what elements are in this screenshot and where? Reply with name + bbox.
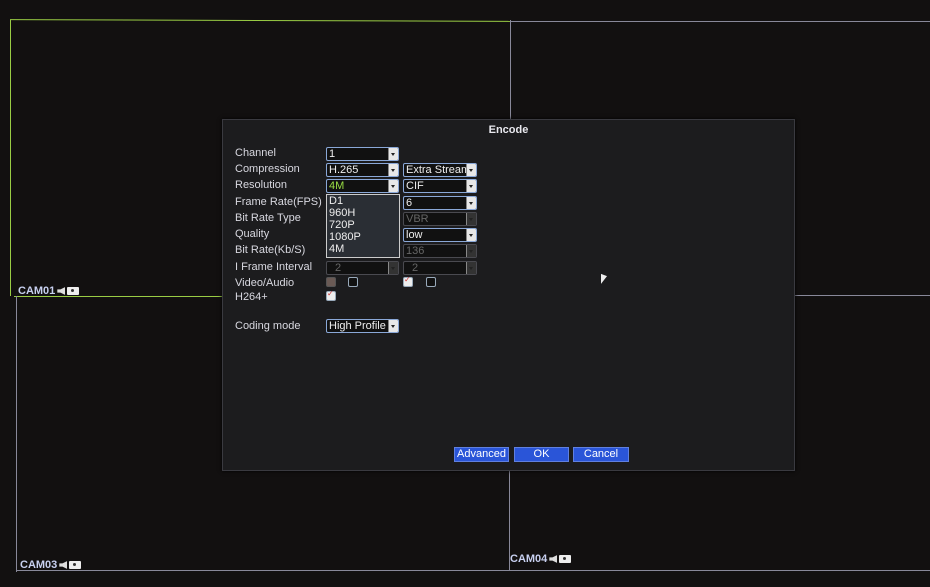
chevron-down-icon — [466, 262, 476, 274]
grid-line — [510, 21, 930, 22]
label-quality: Quality — [235, 228, 270, 240]
camera-icon — [67, 287, 80, 295]
iframe-value: 2 — [335, 262, 342, 274]
channel-select[interactable]: 1 — [326, 147, 399, 161]
extra-iframe-interval-select: 2 — [403, 261, 477, 275]
extra-iframe-value: 2 — [412, 262, 419, 274]
chevron-down-icon — [388, 262, 398, 274]
label-bit-rate: Bit Rate(Kb/S) — [235, 244, 306, 256]
chevron-down-icon — [388, 164, 398, 176]
grid-line — [510, 20, 511, 120]
grid-line — [794, 295, 930, 296]
video-checkbox-main — [326, 277, 336, 287]
resolution-option[interactable]: 720P — [329, 219, 399, 231]
grid-line — [16, 296, 17, 572]
audio-checkbox-main[interactable] — [348, 277, 358, 287]
chevron-down-icon — [466, 164, 476, 176]
extra-resolution-value: CIF — [406, 180, 424, 192]
camera-icon — [559, 555, 572, 563]
grid-line — [9, 19, 511, 22]
chevron-down-icon — [466, 213, 476, 225]
iframe-interval-select: 2 — [326, 261, 399, 275]
resolution-option[interactable]: D1 — [329, 195, 399, 207]
video-checkbox-extra[interactable] — [403, 275, 413, 287]
compression-value: H.265 — [329, 164, 359, 176]
channel-value: 1 — [329, 148, 336, 160]
resolution-option[interactable]: 960H — [329, 207, 399, 219]
speaker-icon — [59, 561, 68, 569]
extra-resolution-select[interactable]: CIF — [403, 179, 477, 193]
compression-select[interactable]: H.265 — [326, 163, 399, 177]
resolution-dropdown-list: D1 960H 720P 1080P 4M — [326, 194, 400, 258]
cancel-button[interactable]: Cancel — [573, 447, 629, 462]
h264plus-checkbox[interactable] — [326, 289, 336, 301]
label-compression: Compression — [235, 163, 300, 175]
advanced-button[interactable]: Advanced — [454, 447, 509, 462]
chevron-down-icon — [466, 229, 476, 241]
speaker-icon — [57, 287, 66, 295]
camera-label-cam01: CAM01 — [18, 285, 80, 297]
chevron-down-icon — [388, 148, 398, 160]
encode-dialog: Encode Channel Compression Resolution Fr… — [222, 119, 795, 471]
coding-mode-select[interactable]: High Profile — [326, 319, 399, 333]
speaker-icon — [549, 555, 558, 563]
camera-icon — [69, 561, 82, 569]
quality-value: low — [406, 229, 423, 241]
mouse-cursor-icon — [601, 273, 607, 287]
resolution-option[interactable]: 4M — [329, 243, 399, 255]
bit-rate-type-value: VBR — [406, 213, 429, 225]
resolution-option[interactable]: 1080P — [329, 231, 399, 243]
grid-line — [10, 20, 11, 296]
camera-label-cam04: CAM04 — [510, 553, 572, 565]
label-video-audio: Video/Audio — [235, 277, 295, 289]
ok-button[interactable]: OK — [514, 447, 569, 462]
extra-quality-select[interactable]: low — [403, 228, 477, 242]
label-resolution: Resolution — [235, 179, 287, 191]
label-frame-rate: Frame Rate(FPS) — [235, 196, 322, 208]
chevron-down-icon — [388, 180, 398, 192]
label-bit-rate-type: Bit Rate Type — [235, 212, 301, 224]
camera-label-cam03: CAM03 — [20, 559, 82, 571]
label-channel: Channel — [235, 147, 276, 159]
camera-name: CAM01 — [18, 285, 56, 297]
chevron-down-icon — [466, 197, 476, 209]
label-iframe-interval: I Frame Interval — [235, 261, 313, 273]
resolution-select[interactable]: 4M — [326, 179, 399, 193]
extra-frame-rate-select[interactable]: 6 — [403, 196, 477, 210]
chevron-down-icon — [388, 320, 398, 332]
stream-select[interactable]: Extra Stream — [403, 163, 477, 177]
chevron-down-icon — [466, 180, 476, 192]
label-coding-mode: Coding mode — [235, 320, 301, 332]
camera-name: CAM03 — [20, 559, 58, 571]
camera-name: CAM04 — [510, 553, 548, 565]
coding-mode-value: High Profile — [329, 320, 386, 332]
chevron-down-icon — [466, 245, 476, 257]
bit-rate-value: 136 — [406, 245, 425, 257]
dialog-title: Encode — [488, 124, 529, 136]
stream-value: Extra Stream — [406, 164, 471, 176]
label-h264plus: H264+ — [235, 291, 268, 303]
audio-checkbox-extra[interactable] — [426, 277, 436, 287]
resolution-value: 4M — [329, 180, 345, 192]
grid-line — [16, 570, 930, 571]
frame-rate-value: 6 — [406, 197, 413, 209]
extra-bit-rate-type-select: VBR — [403, 212, 477, 226]
extra-bit-rate-select: 136 — [403, 244, 477, 258]
